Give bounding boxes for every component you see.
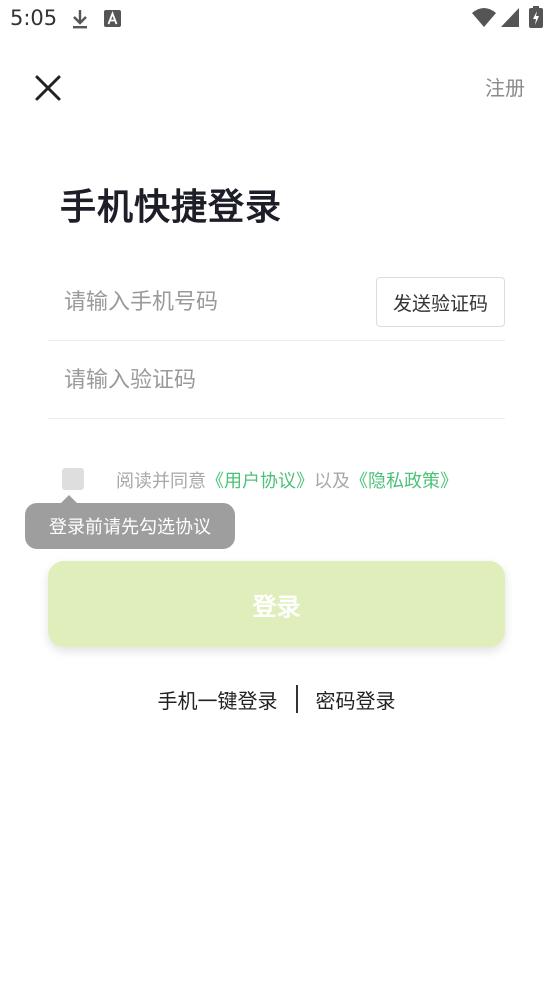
download-icon: [73, 10, 87, 29]
password-login-link[interactable]: 密码登录: [316, 685, 396, 714]
alt-login-options: 手机一键登录 密码登录: [0, 684, 553, 714]
font-a-icon: [104, 10, 121, 27]
signal-icon: [501, 8, 519, 27]
agreement-and: 以及: [314, 471, 350, 492]
agreement-checkbox[interactable]: [62, 468, 84, 490]
privacy-policy-link[interactable]: 《隐私政策》: [350, 471, 458, 492]
wifi-icon: [472, 8, 496, 27]
page-title: 手机快捷登录: [60, 187, 283, 228]
close-icon[interactable]: [30, 70, 66, 106]
agreement-text: 阅读并同意《用户协议》以及《隐私政策》: [116, 467, 458, 493]
phone-field-row: 发送验证码: [48, 263, 505, 341]
verification-code-input[interactable]: [64, 361, 364, 399]
one-click-login-link[interactable]: 手机一键登录: [158, 685, 278, 714]
login-button[interactable]: 登录: [48, 561, 505, 647]
status-time: 5:05: [10, 6, 58, 30]
register-link[interactable]: 注册: [485, 72, 525, 101]
agreement-tooltip: 登录前请先勾选协议: [25, 503, 235, 549]
phone-input[interactable]: [64, 283, 364, 321]
status-bar: 5:05: [0, 0, 553, 38]
code-field-row: [48, 341, 505, 419]
agreement-row: 阅读并同意《用户协议》以及《隐私政策》: [62, 466, 522, 492]
alt-login-divider: [295, 685, 298, 713]
battery-charging-icon: [529, 6, 543, 28]
send-code-button[interactable]: 发送验证码: [376, 277, 505, 327]
user-agreement-link[interactable]: 《用户协议》: [206, 471, 314, 492]
agreement-prefix: 阅读并同意: [116, 471, 206, 492]
